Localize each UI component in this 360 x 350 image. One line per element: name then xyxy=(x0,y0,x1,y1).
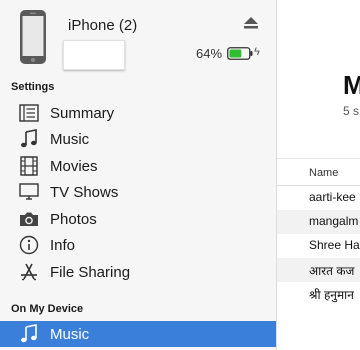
page-subtitle: 5 s xyxy=(343,104,360,118)
song-name: Shree Ha xyxy=(309,238,360,252)
sidebar-item-device-music[interactable]: Music xyxy=(0,321,276,347)
sidebar-item-photos[interactable]: Photos xyxy=(0,206,276,232)
column-header-name[interactable]: Name xyxy=(309,167,338,179)
table-row[interactable]: aarti-kee xyxy=(277,186,360,210)
camera-icon xyxy=(18,208,40,230)
section-on-my-device-label: On My Device xyxy=(11,303,84,315)
song-name: mangalm xyxy=(309,214,359,228)
sidebar-item-label: File Sharing xyxy=(50,263,131,281)
song-name: आरत कज xyxy=(309,264,355,278)
charging-bolt-icon: ϟ xyxy=(254,46,260,58)
info-icon xyxy=(18,234,40,256)
summary-icon xyxy=(18,102,40,124)
sidebar-item-movies[interactable]: Movies xyxy=(0,153,276,179)
music-note-icon xyxy=(18,323,40,345)
battery-icon xyxy=(227,47,253,60)
sidebar-item-file-sharing[interactable]: File Sharing xyxy=(0,259,276,285)
sidebar-item-label: Photos xyxy=(50,210,97,228)
music-note-icon xyxy=(18,128,40,150)
section-settings-label: Settings xyxy=(11,81,55,93)
sidebar-item-label: Info xyxy=(50,236,76,254)
table-header: Name xyxy=(277,158,360,186)
device-name[interactable]: iPhone (2) xyxy=(68,17,137,34)
eject-icon[interactable] xyxy=(243,16,259,30)
sidebar-item-music[interactable]: Music xyxy=(0,126,276,152)
iphone-device-icon xyxy=(20,10,46,64)
table-row[interactable]: आरत कज xyxy=(277,258,360,282)
battery-percentage: 64% xyxy=(196,46,223,61)
app-store-icon xyxy=(18,261,40,283)
table-row[interactable]: Shree Ha xyxy=(277,234,360,258)
page-title: M xyxy=(343,70,360,100)
main-content: M 5 s Name aarti-kee mangalm Shree Ha आर… xyxy=(277,0,360,350)
sidebar-item-info[interactable]: Info xyxy=(0,232,276,258)
sidebar: iPhone (2) 64% ϟ Settings Summary Music … xyxy=(0,0,276,350)
film-icon xyxy=(18,155,40,177)
sidebar-item-label: Music xyxy=(50,130,90,148)
sidebar-item-label: Music xyxy=(50,325,90,343)
sidebar-item-tv-shows[interactable]: TV Shows xyxy=(0,179,276,205)
tv-icon xyxy=(18,181,40,203)
song-name: श्री हनुमान xyxy=(309,288,354,302)
table-row[interactable]: श्री हनुमान xyxy=(277,282,360,306)
sidebar-item-label: Movies xyxy=(50,157,98,175)
table-row[interactable]: mangalm xyxy=(277,210,360,234)
storage-popover xyxy=(63,40,125,70)
song-name: aarti-kee xyxy=(309,190,356,204)
sidebar-item-label: TV Shows xyxy=(50,183,119,201)
sidebar-item-label: Summary xyxy=(50,104,115,122)
sidebar-item-summary[interactable]: Summary xyxy=(0,100,276,126)
